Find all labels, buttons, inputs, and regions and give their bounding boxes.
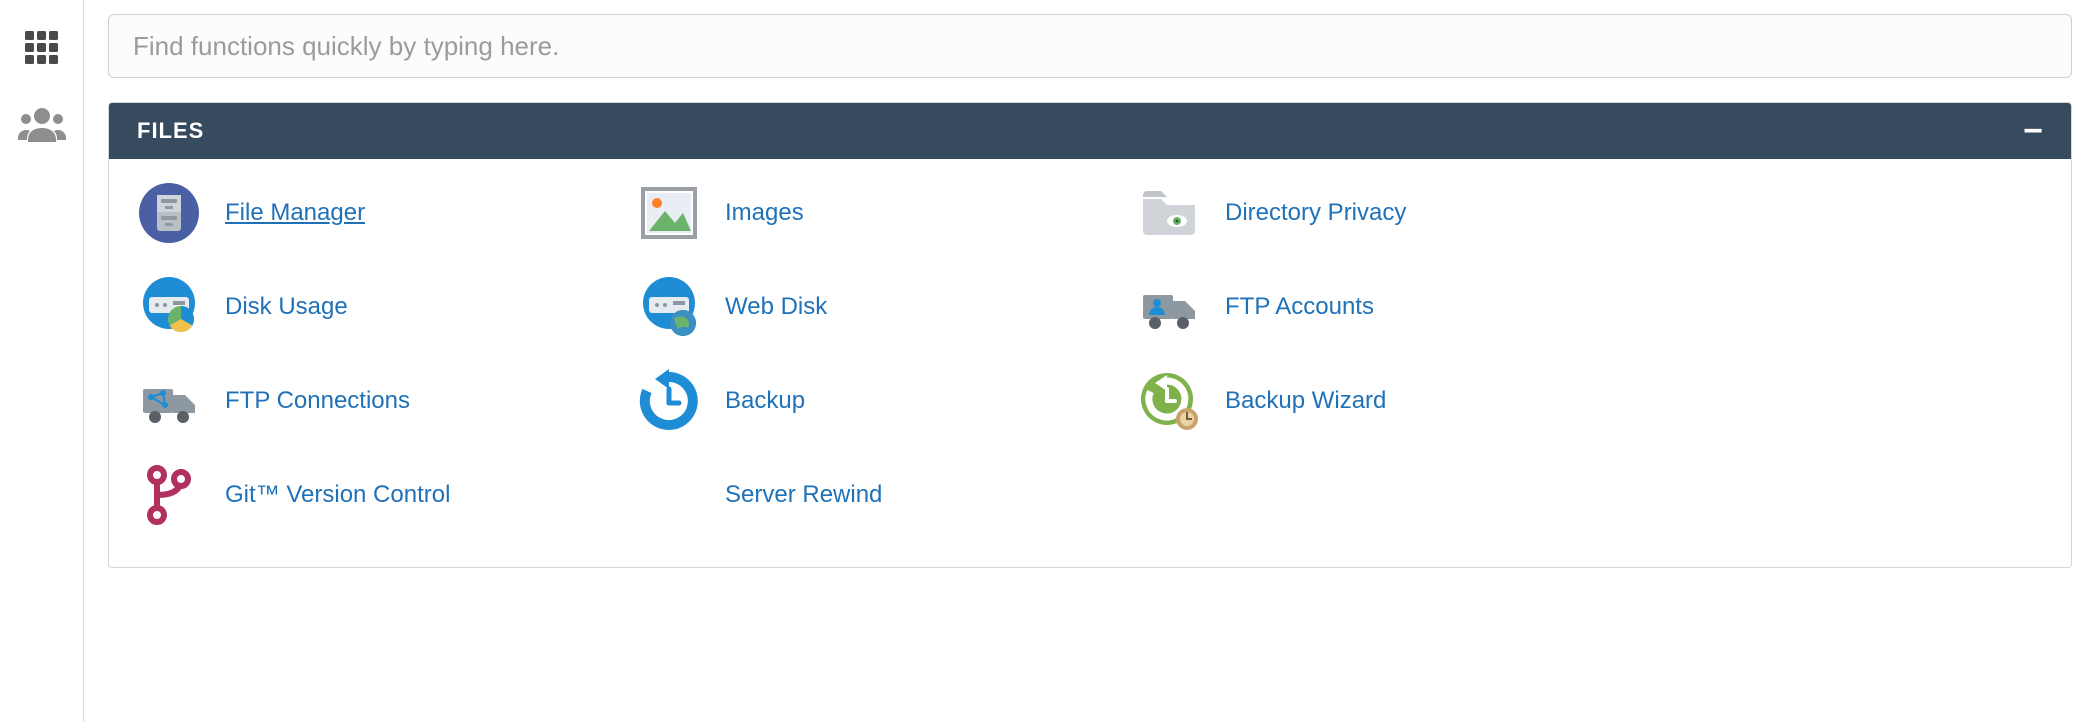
item-server-rewind[interactable]: Server Rewind — [637, 463, 1137, 527]
item-label: FTP Connections — [225, 387, 410, 415]
search-input[interactable] — [108, 14, 2072, 78]
blank-icon — [637, 463, 701, 527]
item-label: Server Rewind — [725, 481, 882, 509]
item-label: Backup — [725, 387, 805, 415]
filing-cabinet-icon — [137, 181, 201, 245]
item-file-manager[interactable]: File Manager — [137, 181, 637, 245]
apps-grid-button[interactable] — [18, 26, 66, 74]
folder-eye-icon — [1137, 181, 1201, 245]
apps-grid-icon — [22, 28, 62, 73]
item-label: FTP Accounts — [1225, 293, 1374, 321]
item-label: Git™ Version Control — [225, 481, 450, 509]
users-icon — [18, 104, 66, 149]
files-panel-title: FILES — [137, 118, 204, 144]
item-label: Directory Privacy — [1225, 199, 1406, 227]
main-area: FILES − — [84, 0, 2096, 722]
sidebar — [0, 0, 84, 722]
refresh-wizard-icon — [1137, 369, 1201, 433]
item-ftp-accounts[interactable]: FTP Accounts — [1137, 275, 1637, 339]
item-backup-wizard[interactable]: Backup Wizard — [1137, 369, 1637, 433]
item-ftp-connections[interactable]: FTP Connections — [137, 369, 637, 433]
item-label: Backup Wizard — [1225, 387, 1386, 415]
item-backup[interactable]: Backup — [637, 369, 1137, 433]
item-label: Images — [725, 199, 804, 227]
item-git-version-control[interactable]: Git™ Version Control — [137, 463, 637, 527]
item-label: Web Disk — [725, 293, 827, 321]
item-disk-usage[interactable]: Disk Usage — [137, 275, 637, 339]
item-directory-privacy[interactable]: Directory Privacy — [1137, 181, 1637, 245]
user-truck-icon — [1137, 275, 1201, 339]
item-images[interactable]: Images — [637, 181, 1137, 245]
files-panel-header[interactable]: FILES − — [109, 103, 2071, 159]
users-button[interactable] — [18, 102, 66, 150]
refresh-clock-icon — [637, 369, 701, 433]
item-web-disk[interactable]: Web Disk — [637, 275, 1137, 339]
network-truck-icon — [137, 369, 201, 433]
git-branch-icon — [137, 463, 201, 527]
disk-globe-icon — [637, 275, 701, 339]
files-panel-body: File Manager Images — [109, 159, 2071, 567]
disk-chart-icon — [137, 275, 201, 339]
item-label: Disk Usage — [225, 293, 348, 321]
files-panel: FILES − — [108, 102, 2072, 568]
picture-icon — [637, 181, 701, 245]
item-label: File Manager — [225, 199, 365, 227]
